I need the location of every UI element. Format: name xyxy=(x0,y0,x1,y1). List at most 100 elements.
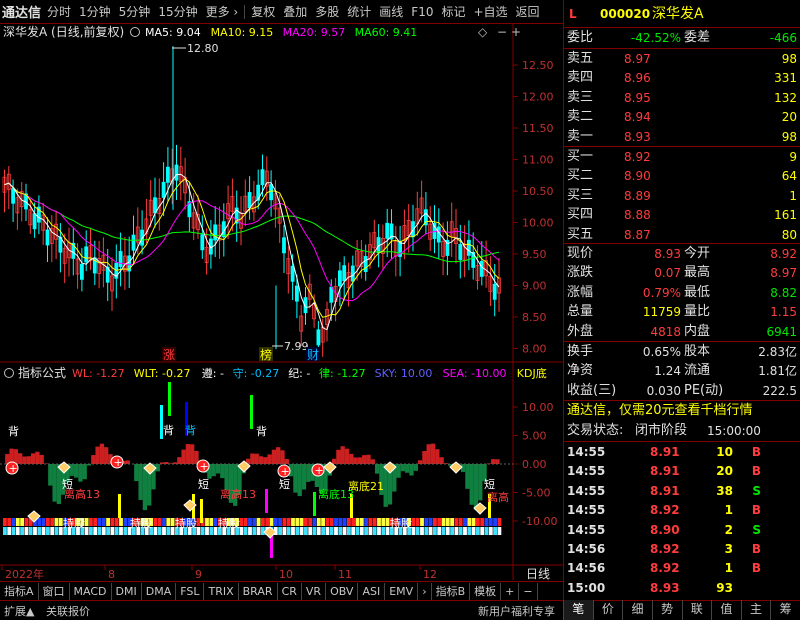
ad-text[interactable]: 通达信，仅需20元查看千档行情 xyxy=(567,401,753,421)
buy-level-1[interactable]: 买一 8.92 9 xyxy=(564,147,800,167)
tab-plus[interactable]: + xyxy=(501,582,520,600)
indicator-value-8: KDJ底 xyxy=(517,366,547,380)
signal-label-lidi2: 离底21 xyxy=(348,479,384,493)
signal-strip-top xyxy=(15,518,20,526)
panel-tab-5[interactable]: 值 xyxy=(711,600,741,620)
tb-5min[interactable]: 5分钟 xyxy=(115,3,155,20)
tb-fanhui[interactable]: 返回 xyxy=(512,3,544,20)
tab-muban[interactable]: 模板 xyxy=(470,582,502,600)
tb-diejia[interactable]: 叠加 xyxy=(279,3,311,20)
tab-scroll-icon[interactable]: › xyxy=(418,582,432,600)
tb-1min[interactable]: 1分钟 xyxy=(75,3,115,20)
tab-trix[interactable]: TRIX xyxy=(204,582,239,600)
tb-fuquan[interactable]: 复权 xyxy=(247,3,279,20)
sell-level-2[interactable]: 卖二 8.94 20 xyxy=(564,107,800,127)
related-quote-button[interactable]: 关联报价 xyxy=(46,603,90,619)
tb-15min[interactable]: 15分钟 xyxy=(154,3,201,20)
stock-header: L 000020 深华发A xyxy=(564,4,800,24)
tab-obv[interactable]: OBV xyxy=(326,582,359,600)
sell-level-1[interactable]: 卖一 8.93 98 xyxy=(564,127,800,147)
panel-tab-7[interactable]: 筹 xyxy=(770,600,800,620)
tab-macd[interactable]: MACD xyxy=(70,582,112,600)
signal-strip-top xyxy=(162,518,166,526)
stats-label: 股本 xyxy=(684,344,711,359)
signal-strip-top xyxy=(243,518,248,526)
signal-strip-bottom xyxy=(97,527,102,535)
promo-link[interactable]: 新用户福利专享 xyxy=(478,603,555,619)
quote-value: 8.97 xyxy=(770,266,797,281)
signal-strip-bottom xyxy=(33,527,37,535)
tab-dmi[interactable]: DMI xyxy=(112,582,142,600)
candle-body xyxy=(385,222,390,239)
sell-level-3[interactable]: 卖三 8.95 132 xyxy=(564,88,800,108)
chart-minus-icon[interactable]: − xyxy=(497,25,507,39)
low-price-label: 7.99 xyxy=(284,340,309,353)
panel-tab-2[interactable]: 细 xyxy=(622,600,652,620)
candle-body xyxy=(290,265,295,282)
price-tick-label: 12.50 xyxy=(522,59,554,72)
tb-duogu[interactable]: 多股 xyxy=(311,3,343,20)
marker-zhang[interactable]: 涨 xyxy=(163,347,175,362)
signal-strip-bottom xyxy=(359,527,364,535)
tab-zhibiao-b[interactable]: 指标B xyxy=(432,582,471,600)
tab-zhibiao-a[interactable]: 指标A xyxy=(0,582,39,600)
quote-value: 8.92 xyxy=(770,247,797,261)
stats-label: 净资 xyxy=(567,363,594,379)
tab-asi[interactable]: ASI xyxy=(358,582,386,600)
period-label[interactable]: 日线 xyxy=(526,567,550,580)
panel-tab-6[interactable]: 主 xyxy=(740,600,771,620)
sell-volume: 331 xyxy=(774,71,797,86)
signal-strip-top xyxy=(37,518,42,526)
sell-level-4[interactable]: 卖四 8.96 331 xyxy=(564,68,800,88)
tb-fenshi[interactable]: 分时 xyxy=(43,3,75,20)
signal-strip-top xyxy=(312,518,317,526)
stats-value: 0.65% xyxy=(642,345,681,359)
tab-cr[interactable]: CR xyxy=(278,582,302,600)
sell-level-5[interactable]: 卖五 8.97 98 xyxy=(564,49,800,69)
marker-cai[interactable]: 财 xyxy=(307,348,319,362)
signal-strip-bottom xyxy=(445,527,450,535)
tab-brar[interactable]: BRAR xyxy=(239,582,278,600)
signal-strip-top xyxy=(106,518,110,526)
market-flag: L xyxy=(569,7,577,21)
tb-f10[interactable]: F10 xyxy=(407,5,437,19)
signal-label-ligao1: 离高13 xyxy=(64,487,100,501)
tab-vr[interactable]: VR xyxy=(302,582,327,600)
tb-huaxian[interactable]: 画线 xyxy=(375,3,407,20)
panel-tab-1[interactable]: 价 xyxy=(592,600,623,620)
chart-pin-icon[interactable]: ◇ xyxy=(478,25,488,39)
chart-plus-icon[interactable]: + xyxy=(511,25,521,39)
tab-emv[interactable]: EMV xyxy=(385,582,419,600)
tb-zixuan[interactable]: +自选 xyxy=(469,3,511,20)
signal-label-duan4: 短 xyxy=(484,477,495,491)
signal-strip-top xyxy=(493,518,497,526)
tab-chuangkou[interactable]: 窗口 xyxy=(39,582,70,600)
settings-circle-icon[interactable] xyxy=(130,27,140,37)
buy-level-4[interactable]: 买四 8.88 161 xyxy=(564,205,800,225)
tab-minus[interactable]: − xyxy=(519,582,538,600)
buy-level-2[interactable]: 买二 8.90 64 xyxy=(564,166,800,186)
buy-level-3[interactable]: 买三 8.89 1 xyxy=(564,186,800,206)
signal-strip-top xyxy=(381,518,386,526)
ad-row[interactable]: 通达信，仅需20元查看千档行情 xyxy=(564,401,800,421)
tb-more[interactable]: 更多 › xyxy=(202,3,243,20)
indicator-settings-icon[interactable] xyxy=(4,368,14,378)
signal-strip-bottom xyxy=(299,527,304,535)
panel-tab-0[interactable]: 笔 xyxy=(563,600,593,620)
candle-body xyxy=(165,166,170,183)
buy-level-5[interactable]: 买五 8.87 80 xyxy=(564,225,800,245)
panel-tab-3[interactable]: 势 xyxy=(651,600,682,620)
tab-dma[interactable]: DMA xyxy=(142,582,177,600)
tb-biaoji[interactable]: 标记 xyxy=(437,3,469,20)
expand-button[interactable]: 扩展▲ xyxy=(4,603,34,619)
tab-fsl[interactable]: FSL xyxy=(176,582,205,600)
kline-chart[interactable]: 深华发A (日线,前复权) MA5: 9.04 MA10: 9.15 MA20: 9… xyxy=(0,24,563,580)
quote-panel: L 000020 深华发A 委比 -42.52% 委差 -466 卖五 8.97… xyxy=(563,0,800,600)
marker-bang[interactable]: 榜 xyxy=(260,347,272,362)
ind-tick-label: -5.00 xyxy=(522,487,550,500)
candle-body xyxy=(342,265,347,282)
tick-time: 14:56 xyxy=(567,561,606,576)
tb-tongji[interactable]: 统计 xyxy=(343,3,375,20)
panel-tab-4[interactable]: 联 xyxy=(681,600,712,620)
price-tick-label: 10.50 xyxy=(522,185,554,198)
